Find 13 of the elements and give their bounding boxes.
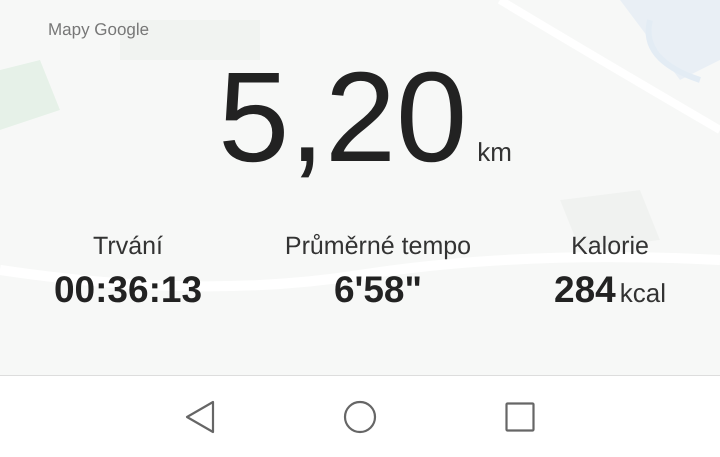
stat-unit: kcal (620, 278, 666, 309)
stat-value: 6'58" (334, 269, 422, 311)
back-icon[interactable] (185, 400, 215, 434)
stat-label: Průměrné tempo (284, 232, 472, 261)
stat-value: 00:36:13 (54, 269, 202, 311)
map-attribution: Mapy Google (48, 20, 150, 40)
stat-label: Trvání (93, 232, 163, 261)
distance-value: 5,20 (218, 54, 468, 182)
stat-value: 284 (554, 269, 616, 311)
distance-unit: km (477, 137, 512, 168)
recents-icon[interactable] (505, 402, 535, 432)
home-icon[interactable] (343, 400, 377, 434)
stat-label: Kalorie (571, 232, 649, 261)
